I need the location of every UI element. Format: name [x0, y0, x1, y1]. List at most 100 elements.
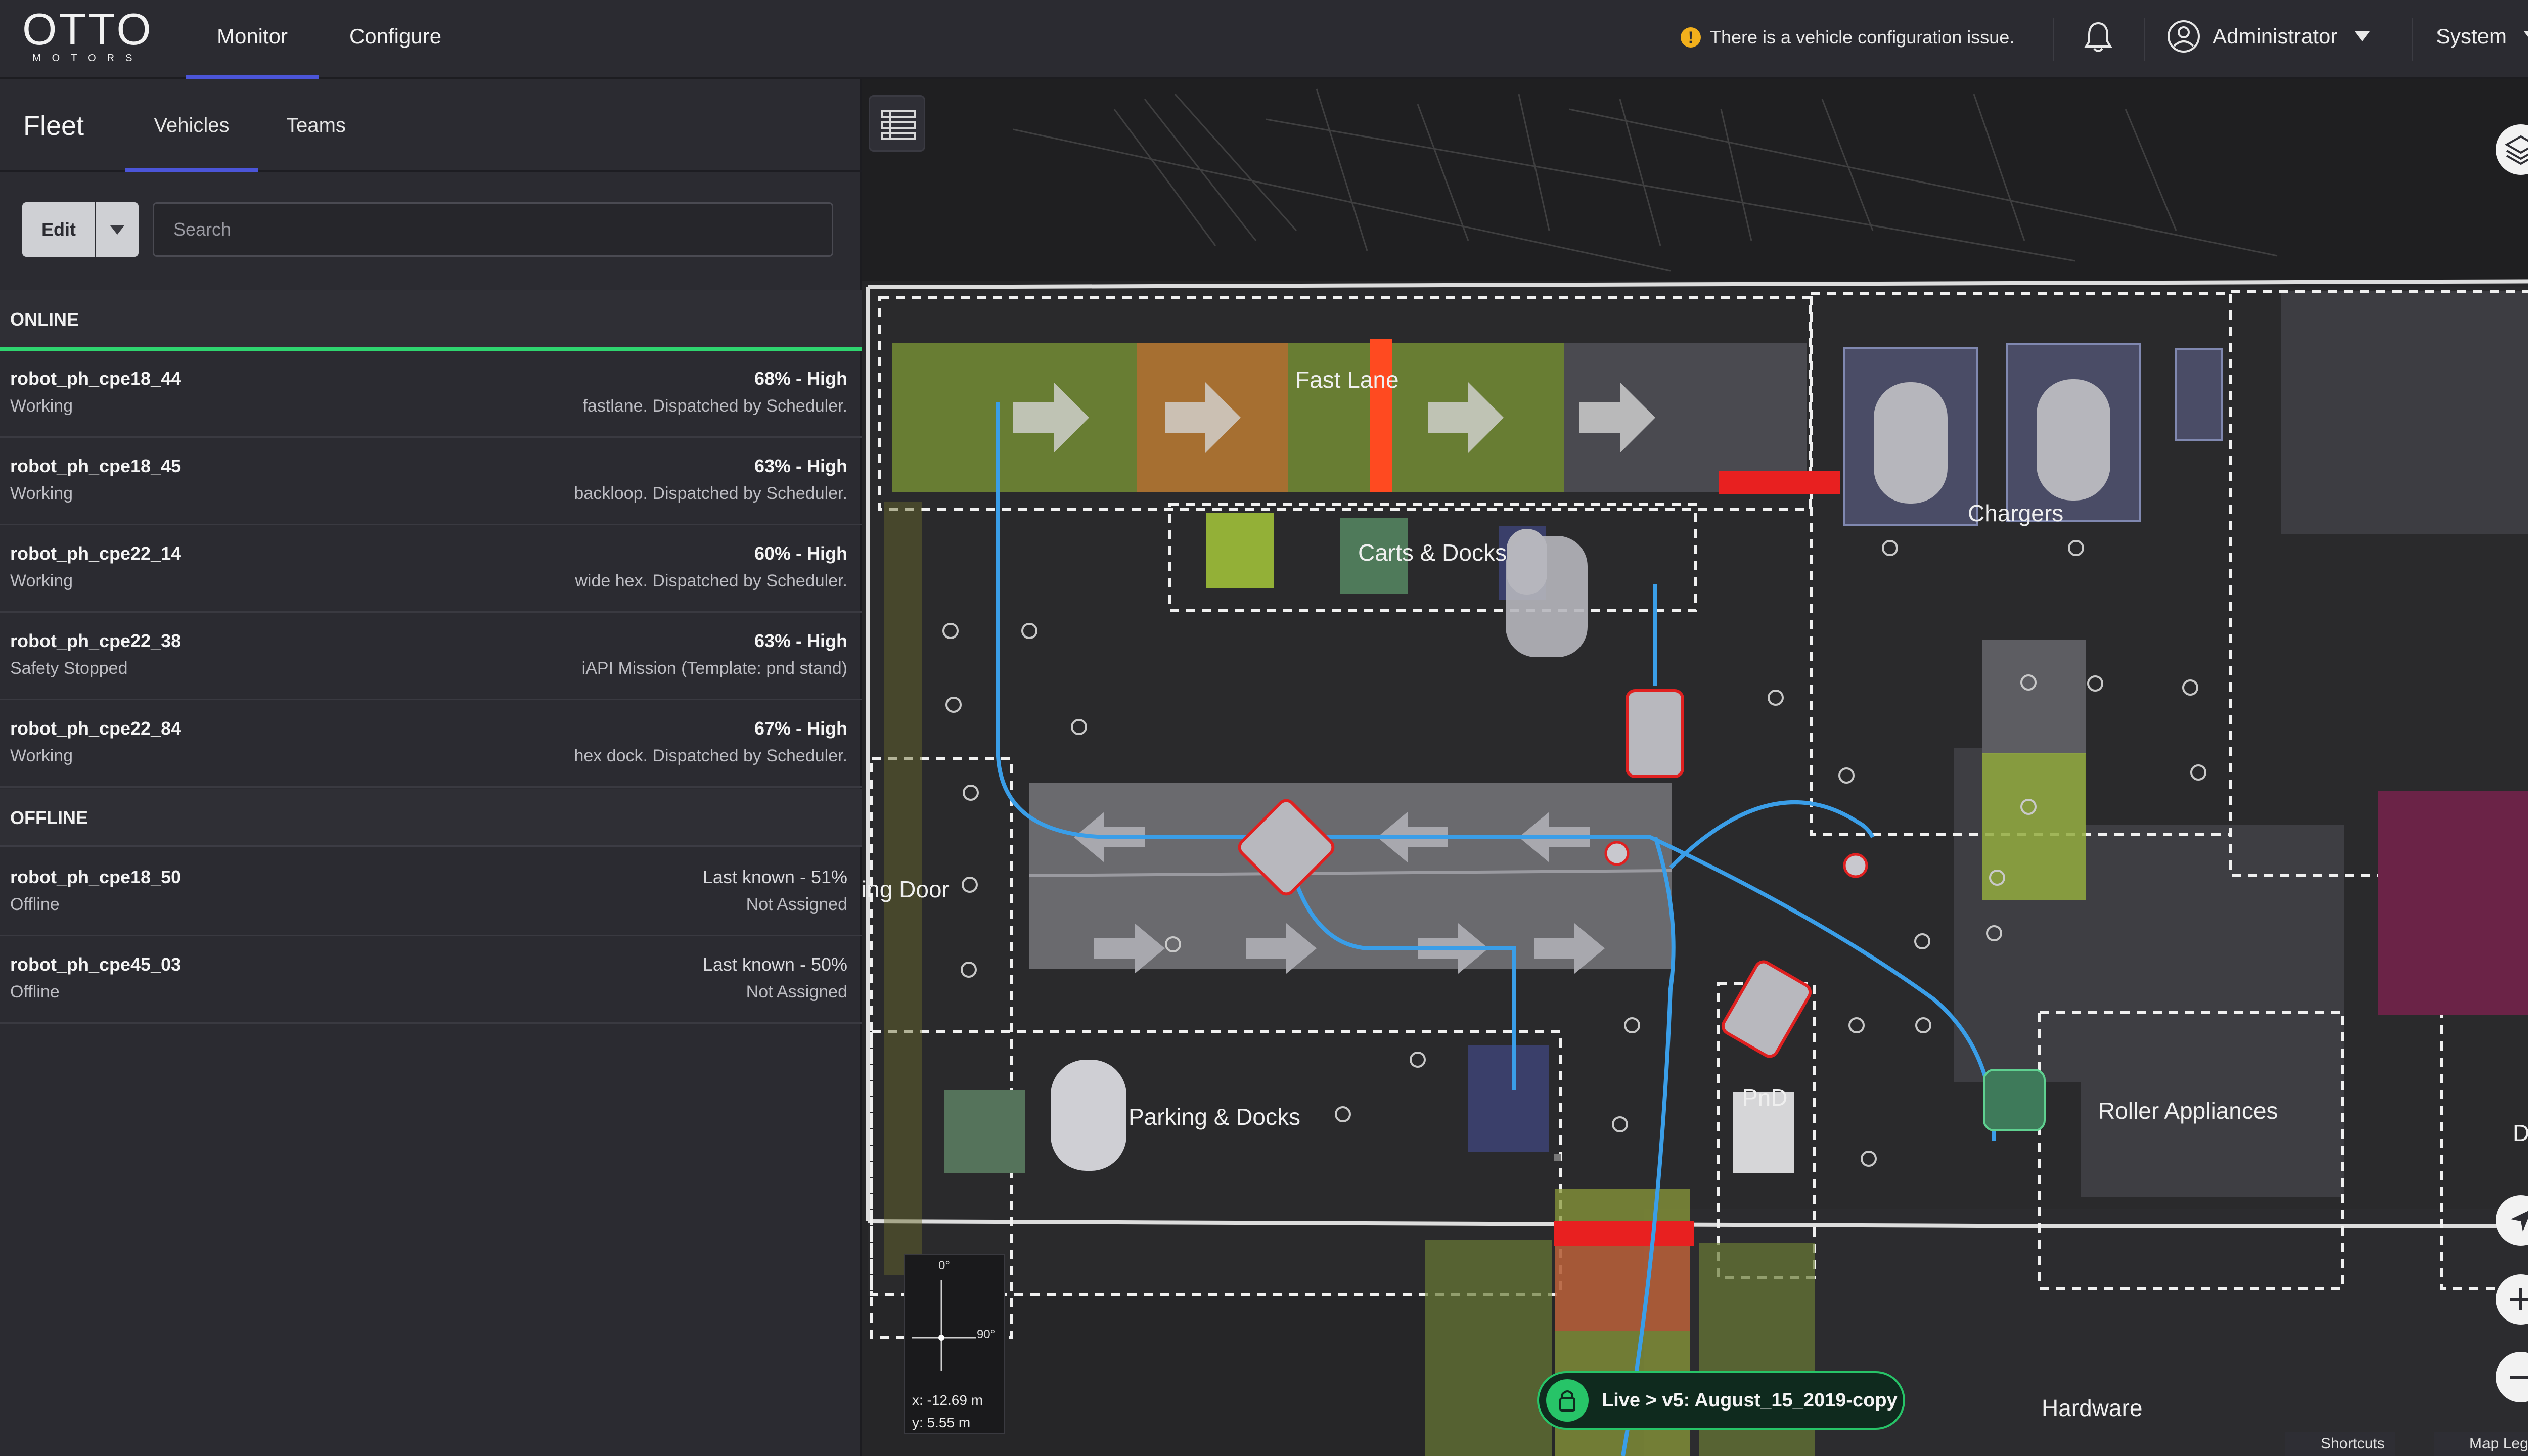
vehicle-battery: 60% - High — [754, 543, 847, 564]
map-canvas[interactable] — [862, 79, 2528, 1456]
top-bar: OTTO MOTORS Monitor Configure ! There is… — [0, 0, 2528, 79]
map-layers-button[interactable] — [2496, 124, 2528, 175]
shortcuts-button[interactable]: Shortcuts — [2285, 1432, 2395, 1456]
fast-lane-barrier[interactable] — [1370, 339, 1392, 492]
user-name: Administrator — [2213, 24, 2338, 48]
vehicle-task: backloop. Dispatched by Scheduler. — [574, 484, 847, 503]
zone-label-chargers: Chargers — [1968, 500, 2064, 526]
vehicle-row[interactable]: robot_ph_cpe22_38 Safety Stopped 63% - H… — [0, 613, 862, 700]
vehicle-battery: 67% - High — [754, 718, 847, 739]
vehicle-row[interactable]: robot_ph_cpe18_45 Working 63% - High bac… — [0, 438, 862, 525]
vehicle-name: robot_ph_cpe45_03 — [10, 954, 182, 975]
online-indicator-line — [0, 347, 862, 351]
cart-dock[interactable] — [1206, 513, 1274, 588]
zone-label-hardware: Hardware — [2042, 1395, 2143, 1421]
zone-label-desks: Desks — [2513, 1120, 2528, 1146]
vehicle-battery: 63% - High — [754, 456, 847, 476]
vehicle-name: robot_ph_cpe22_38 — [10, 630, 182, 651]
vehicle-name: robot_ph_cpe18_45 — [10, 456, 182, 476]
list-icon — [881, 110, 916, 140]
edit-dropdown-button[interactable] — [96, 202, 139, 257]
divider — [2412, 18, 2413, 61]
nav-tab-configure[interactable]: Configure — [334, 0, 457, 79]
nav-tab-monitor[interactable]: Monitor — [186, 0, 319, 79]
vehicle-name: robot_ph_cpe22_14 — [10, 543, 182, 564]
vehicle-task: hex dock. Dispatched by Scheduler. — [574, 746, 847, 765]
unmapped-area — [862, 79, 2528, 281]
charger-bay-green[interactable] — [1982, 753, 2086, 900]
vehicle-name: robot_ph_cpe22_84 — [10, 718, 182, 739]
vehicle-row[interactable]: robot_ph_cpe18_44 Working 68% - High fas… — [0, 351, 862, 438]
fleet-header: Fleet Vehicles Teams — [0, 79, 862, 172]
zone-label-pnd: PnD — [1742, 1084, 1788, 1111]
charger-bay — [1982, 640, 2086, 754]
vehicle-row[interactable]: robot_ph_cpe18_50 Offline Last known - 5… — [0, 849, 862, 936]
vehicle-status: Offline — [10, 895, 60, 914]
vehicle-row[interactable]: robot_ph_cpe45_03 Offline Last known - 5… — [0, 937, 862, 1024]
online-section-header: ONLINE — [0, 290, 862, 349]
room-northeast — [2281, 291, 2528, 534]
live-map-label: Live > v5: August_15_2019-copy — [1602, 1389, 1898, 1411]
vehicle-battery: Last known - 51% — [702, 867, 847, 887]
compass-icon — [912, 1280, 976, 1371]
vehicle-row[interactable]: robot_ph_cpe22_14 Working 60% - High wid… — [0, 526, 862, 613]
user-menu[interactable]: Administrator — [2167, 18, 2370, 55]
zoom-out-button[interactable] — [2496, 1352, 2528, 1402]
vehicle-name: robot_ph_cpe18_50 — [10, 867, 182, 887]
vehicle-status: Working — [10, 396, 73, 416]
coordinate-y: y: 5.55 m — [912, 1415, 971, 1430]
vehicle-status: Safety Stopped — [10, 659, 128, 678]
vehicle-status: Offline — [10, 982, 60, 1002]
vehicle-status: Working — [10, 571, 73, 590]
tab-teams[interactable]: Teams — [268, 79, 364, 172]
zone-label-door: ing Door — [862, 876, 950, 902]
edit-button[interactable]: Edit — [22, 202, 95, 257]
vehicle-list-toggle-button[interactable] — [869, 95, 925, 152]
restricted-room[interactable] — [2378, 791, 2528, 1015]
search-input[interactable] — [153, 202, 833, 257]
vehicle-task: Not Assigned — [746, 982, 847, 1002]
zoom-in-button[interactable] — [2496, 1274, 2528, 1325]
tab-vehicles[interactable]: Vehicles — [125, 79, 258, 172]
fleet-title: Fleet — [23, 111, 84, 141]
offline-section-header: OFFLINE — [0, 789, 862, 847]
configuration-notice[interactable]: ! There is a vehicle configuration issue… — [1681, 22, 2014, 53]
chevron-down-icon — [110, 225, 124, 235]
logo-text: OTTO — [22, 4, 153, 54]
map-legend-button[interactable]: Map Legend — [2434, 1432, 2528, 1456]
otto-logo[interactable]: OTTO MOTORS — [22, 4, 153, 68]
wall — [867, 279, 2528, 289]
live-map-version[interactable]: Live > v5: August_15_2019-copy — [1537, 1371, 1905, 1430]
bell-icon[interactable] — [2082, 20, 2114, 55]
minus-icon — [2510, 1376, 2528, 1379]
divider — [2053, 18, 2054, 61]
logo-subtext: MOTORS — [32, 53, 144, 64]
notice-text: There is a vehicle configuration issue. — [1710, 27, 2015, 48]
zone-label-carts-docks: Carts & Docks — [1358, 539, 1507, 566]
map-legend-label: Map Legend — [2469, 1435, 2528, 1452]
coordinate-compass: 0° 90° x: -12.69 m y: 5.55 m — [904, 1254, 1005, 1434]
vehicle-row[interactable]: robot_ph_cpe22_84 Working 67% - High hex… — [0, 701, 862, 788]
user-avatar-icon — [2168, 20, 2200, 53]
marker — [1554, 1154, 1561, 1161]
system-menu[interactable]: System — [2436, 18, 2528, 55]
coordinate-x: x: -12.69 m — [912, 1392, 983, 1408]
vehicle-status: Working — [10, 484, 73, 503]
lock-icon — [1546, 1379, 1589, 1422]
chevron-down-icon — [2524, 31, 2528, 41]
vehicle-task: Not Assigned — [746, 895, 847, 914]
locate-button[interactable] — [2496, 1195, 2528, 1246]
parking-dock[interactable] — [944, 1090, 1025, 1173]
vehicle-task: fastlane. Dispatched by Scheduler. — [582, 396, 847, 416]
warning-icon: ! — [1681, 27, 1701, 48]
vehicle-name: robot_ph_cpe18_44 — [10, 368, 182, 389]
parking-slot[interactable] — [1468, 1045, 1549, 1152]
facility-map[interactable]: Fast Lane Carts & Docks Chargers ing Doo… — [862, 79, 2528, 1456]
vehicle-task: iAPI Mission (Template: pnd stand) — [581, 659, 847, 678]
navigation-arrow-icon — [2511, 1211, 2528, 1232]
restricted-zone[interactable] — [1719, 471, 1840, 494]
vehicle-status: Working — [10, 746, 73, 765]
plus-icon — [2510, 1288, 2528, 1310]
zone-label-parking-docks: Parking & Docks — [1128, 1104, 1301, 1130]
restricted-line — [1554, 1221, 1694, 1246]
